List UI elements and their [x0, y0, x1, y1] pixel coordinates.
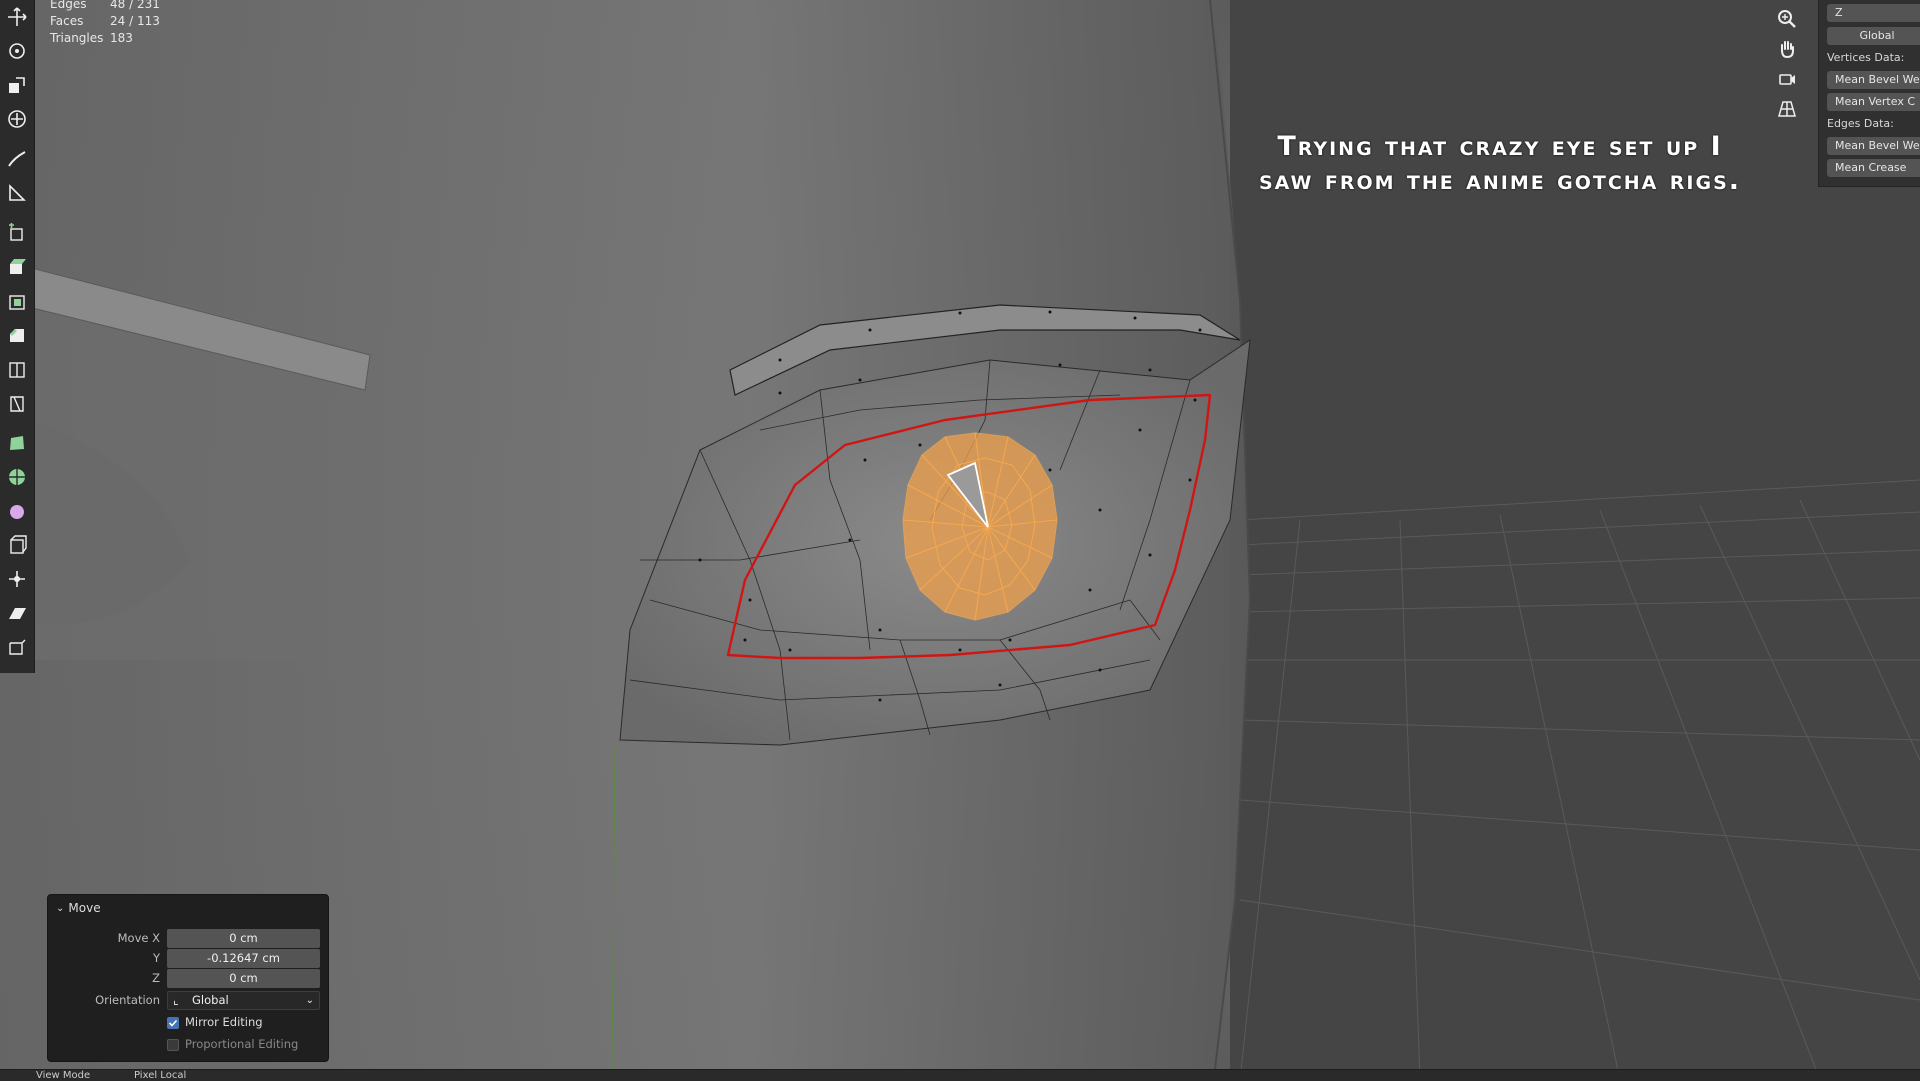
status-mode-label[interactable]: View Mode	[36, 1070, 90, 1081]
knife-icon	[10, 396, 24, 412]
shrink-fatten-icon	[9, 571, 25, 587]
mean-bevel-weight-edge-field[interactable]: Mean Bevel We	[1827, 137, 1920, 155]
proportional-editing-checkbox[interactable]: Proportional Editing	[167, 1035, 298, 1054]
caption-line-1: Trying that crazy eye set up I	[1277, 131, 1723, 162]
stats-value: 24 / 113	[110, 14, 160, 28]
stats-row-triangles: Triangles 183	[50, 30, 160, 47]
shrink-fatten-tool[interactable]	[0, 562, 34, 596]
shear-icon	[9, 608, 26, 619]
mean-crease-field[interactable]: Mean Crease	[1827, 159, 1920, 177]
move-operator-panel: ⌄ Move Move X 0 cm Y -0.12647 cm Z 0 cm …	[47, 894, 329, 1062]
orientation-label: Orientation	[95, 993, 160, 1007]
zoom-button[interactable]	[1772, 4, 1802, 34]
sidebar-item-panel: Z Global Vertices Data: Mean Bevel We Me…	[1818, 0, 1920, 187]
rotate-icon	[9, 43, 25, 59]
move-y-row: Y -0.12647 cm	[48, 949, 328, 968]
move-x-field[interactable]: 0 cm	[167, 929, 320, 948]
measure-icon	[9, 184, 26, 201]
tool-shelf	[0, 0, 35, 673]
orientation-axis-icon: ⌞	[173, 993, 179, 1007]
poly-build-tool[interactable]	[0, 426, 34, 460]
proportional-editing-row: Proportional Editing	[48, 1035, 328, 1054]
zoom-icon	[1778, 10, 1796, 28]
rip-tool[interactable]	[0, 630, 34, 664]
camera-icon	[1779, 74, 1795, 85]
edges-data-label: Edges Data:	[1827, 117, 1894, 130]
checkbox-unchecked-icon	[167, 1038, 179, 1051]
move-z-label: Z	[152, 971, 160, 985]
mean-vertex-crease-field[interactable]: Mean Vertex C	[1827, 93, 1920, 111]
pan-button[interactable]	[1772, 34, 1802, 64]
perspective-toggle-button[interactable]	[1772, 94, 1802, 124]
chevron-down-icon: ⌄	[56, 902, 65, 914]
add-cube-tool[interactable]	[0, 216, 34, 250]
shear-tool[interactable]	[0, 596, 34, 630]
mirror-editing-row: Mirror Editing	[48, 1013, 328, 1032]
mesh-stats-overlay: Edges 48 / 231 Faces 24 / 113 Triangles 183	[50, 0, 160, 47]
axis-field[interactable]: Z	[1827, 4, 1920, 22]
move-z-row: Z 0 cm	[48, 969, 328, 988]
move-x-label: Move X	[117, 931, 160, 945]
camera-view-button[interactable]	[1772, 64, 1802, 94]
inset-icon	[9, 295, 25, 310]
smooth-icon	[10, 505, 24, 519]
caption-line-2: saw from the anime gotcha rigs.	[1258, 165, 1742, 196]
stats-label: Faces	[50, 14, 84, 28]
bevel-tool[interactable]	[0, 318, 34, 352]
operator-title: Move	[68, 901, 101, 915]
orientation-row: Orientation ⌞ Global ⌄	[48, 991, 328, 1010]
add-cube-icon	[9, 223, 23, 241]
rotate-tool[interactable]	[0, 34, 34, 68]
move-x-row: Move X 0 cm	[48, 929, 328, 948]
move-icon	[8, 7, 27, 26]
edge-slide-icon	[10, 535, 27, 554]
spin-tool[interactable]	[0, 460, 34, 494]
proportional-editing-label: Proportional Editing	[185, 1037, 299, 1051]
loop-cut-tool[interactable]	[0, 352, 34, 386]
annotate-tool[interactable]	[0, 142, 34, 176]
chevron-down-icon: ⌄	[305, 995, 314, 1006]
mirror-editing-checkbox[interactable]: Mirror Editing	[167, 1013, 263, 1032]
transform-icon	[8, 110, 26, 128]
move-z-field[interactable]: 0 cm	[167, 969, 320, 988]
stats-row-edges: Edges 48 / 231	[50, 0, 160, 13]
inset-tool[interactable]	[0, 284, 34, 318]
rip-icon	[9, 639, 26, 655]
orientation-value: Global	[192, 993, 229, 1007]
loop-cut-icon	[9, 362, 25, 378]
orientation-dropdown[interactable]: ⌞ Global ⌄	[167, 991, 320, 1010]
move-y-field[interactable]: -0.12647 cm	[167, 949, 320, 968]
stats-value: 48 / 231	[110, 0, 160, 11]
operator-panel-header[interactable]: ⌄ Move	[56, 901, 101, 915]
mean-bevel-weight-vertex-field[interactable]: Mean Bevel We	[1827, 71, 1920, 89]
stats-label: Triangles	[50, 31, 104, 45]
extrude-tool[interactable]	[0, 250, 34, 284]
checkbox-checked-icon	[167, 1016, 179, 1029]
bevel-icon	[10, 329, 24, 342]
pan-hand-icon	[1781, 41, 1794, 59]
status-mode-value[interactable]: Pixel Local	[134, 1070, 186, 1081]
edge-slide-tool[interactable]	[0, 528, 34, 562]
move-y-label: Y	[152, 951, 160, 965]
poly-build-icon	[10, 436, 24, 450]
global-toggle-button[interactable]: Global	[1827, 27, 1920, 45]
status-bar: View Mode Pixel Local	[0, 1069, 1920, 1081]
extrude-icon	[10, 259, 26, 274]
stats-row-faces: Faces 24 / 113	[50, 13, 160, 30]
spin-icon	[9, 469, 25, 485]
scale-tool[interactable]	[0, 68, 34, 102]
grid-perspective-icon	[1778, 101, 1796, 117]
scale-icon	[9, 77, 25, 93]
knife-tool[interactable]	[0, 386, 34, 420]
annotate-icon	[8, 151, 26, 167]
move-tool[interactable]	[0, 0, 34, 34]
stats-label: Edges	[50, 0, 87, 11]
caption-overlay: Trying that crazy eye set up I saw from …	[1190, 130, 1810, 198]
measure-tool[interactable]	[0, 176, 34, 210]
smooth-tool[interactable]	[0, 494, 34, 528]
vertices-data-label: Vertices Data:	[1827, 51, 1905, 64]
stats-value: 183	[110, 31, 133, 45]
mirror-editing-label: Mirror Editing	[185, 1015, 263, 1029]
transform-tool[interactable]	[0, 102, 34, 136]
